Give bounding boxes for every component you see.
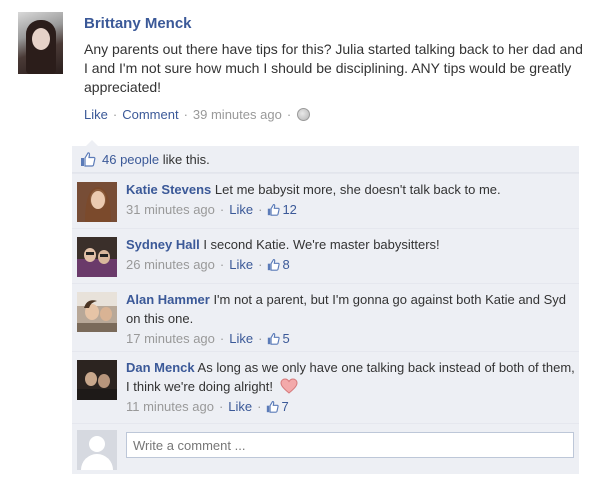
comment-author[interactable]: Dan Menck bbox=[126, 360, 195, 375]
comment-meta: 26 minutes ago · Like · 8 bbox=[126, 255, 576, 274]
thumbs-up-icon bbox=[267, 400, 280, 413]
post-like-link[interactable]: Like bbox=[84, 107, 108, 122]
comment-like-count[interactable]: 8 bbox=[282, 255, 289, 274]
globe-icon[interactable] bbox=[297, 108, 311, 121]
comment-author[interactable]: Katie Stevens bbox=[126, 182, 211, 197]
separator-dot: · bbox=[219, 331, 225, 346]
comment-item: Sydney Hall I second Katie. We're master… bbox=[72, 228, 579, 284]
thumbs-up-icon bbox=[268, 332, 281, 345]
post-text: Any parents out there have tips for this… bbox=[84, 41, 583, 95]
avatar-face bbox=[32, 28, 50, 50]
comment-timestamp[interactable]: 11 minutes ago bbox=[126, 397, 214, 416]
thumbs-up-icon bbox=[268, 203, 281, 216]
comment-like-link[interactable]: Like bbox=[229, 329, 253, 348]
comment-item: Alan Hammer I'm not a parent, but I'm go… bbox=[72, 283, 579, 352]
separator-dot: · bbox=[258, 331, 263, 346]
comment-body: Katie Stevens Let me babysit more, she d… bbox=[126, 180, 576, 219]
likes-summary: 46 people like this. bbox=[72, 146, 579, 173]
comment-author[interactable]: Alan Hammer bbox=[126, 292, 210, 307]
post-author-name[interactable]: Brittany Menck bbox=[84, 15, 192, 32]
commenter-avatar[interactable] bbox=[77, 182, 117, 222]
commenter-avatar[interactable] bbox=[77, 360, 117, 400]
separator-dot: · bbox=[183, 107, 188, 122]
comment-item: Katie Stevens Let me babysit more, she d… bbox=[72, 173, 579, 229]
comment-like-link[interactable]: Like bbox=[229, 200, 253, 219]
separator-dot: · bbox=[218, 399, 224, 414]
separator-dot: · bbox=[286, 107, 292, 122]
likes-suffix: like this. bbox=[159, 151, 210, 167]
comment-body: Dan Menck As long as we only have one ta… bbox=[126, 358, 576, 416]
post-meta: Like · Comment · 39 minutes ago · bbox=[84, 107, 311, 122]
comment-meta: 17 minutes ago · Like · 5 bbox=[126, 329, 576, 348]
comment-timestamp[interactable]: 31 minutes ago bbox=[126, 200, 215, 219]
separator-dot: · bbox=[258, 202, 263, 217]
comment-composer: Write a comment ... bbox=[72, 423, 579, 475]
comment-body: Alan Hammer I'm not a parent, but I'm go… bbox=[126, 290, 576, 348]
comment-input[interactable]: Write a comment ... bbox=[126, 432, 574, 458]
post-timestamp[interactable]: 39 minutes ago bbox=[193, 107, 282, 122]
comment-timestamp[interactable]: 17 minutes ago bbox=[126, 329, 215, 348]
comment-item: Dan Menck As long as we only have one ta… bbox=[72, 351, 579, 424]
comment-like-count[interactable]: 12 bbox=[282, 200, 296, 219]
thumbs-up-icon bbox=[80, 151, 96, 167]
comment-author[interactable]: Sydney Hall bbox=[126, 237, 200, 252]
commenter-avatar[interactable] bbox=[77, 292, 117, 332]
separator-dot: · bbox=[219, 202, 225, 217]
comment-like-count[interactable]: 7 bbox=[281, 397, 288, 416]
commenter-avatar[interactable] bbox=[77, 237, 117, 277]
comment-like-count[interactable]: 5 bbox=[282, 329, 289, 348]
likes-count-link[interactable]: 46 people bbox=[102, 152, 159, 167]
separator-dot: · bbox=[257, 399, 262, 414]
comment-text: Let me babysit more, she doesn't talk ba… bbox=[214, 182, 501, 197]
comment-body: Sydney Hall I second Katie. We're master… bbox=[126, 235, 576, 274]
separator-dot: · bbox=[219, 257, 225, 272]
comment-text: I second Katie. We're master babysitters… bbox=[203, 237, 440, 252]
avatar-head bbox=[89, 436, 105, 452]
separator-dot: · bbox=[112, 107, 118, 122]
comment-timestamp[interactable]: 26 minutes ago bbox=[126, 255, 215, 274]
avatar-shoulders bbox=[81, 454, 113, 470]
comment-like-link[interactable]: Like bbox=[229, 255, 253, 274]
default-avatar-icon bbox=[77, 430, 117, 470]
feedback-panel: 46 people like this. Katie Stevens Let m… bbox=[72, 140, 579, 475]
thumbs-up-icon bbox=[268, 258, 281, 271]
post-comment-link[interactable]: Comment bbox=[122, 107, 178, 122]
comment-like-link[interactable]: Like bbox=[228, 397, 252, 416]
comment-meta: 31 minutes ago · Like · 12 bbox=[126, 200, 576, 219]
post-author-avatar[interactable] bbox=[18, 12, 63, 74]
comment-meta: 11 minutes ago · Like · 7 bbox=[126, 397, 576, 416]
heart-icon bbox=[280, 378, 298, 394]
separator-dot: · bbox=[258, 257, 263, 272]
